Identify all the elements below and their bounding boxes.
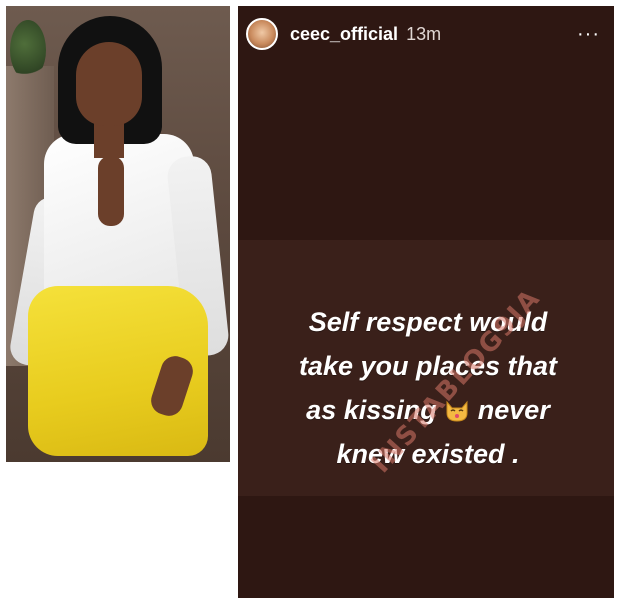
caption-line-2: take you places that <box>298 351 558 381</box>
profile-avatar[interactable] <box>246 18 278 50</box>
username[interactable]: ceec_official <box>290 24 398 45</box>
caption-line-3-part-1: a <box>306 395 322 425</box>
portrait-photo <box>6 6 230 462</box>
story-caption: Self respect would take you places that … <box>268 300 588 476</box>
story-panel: ceec_official 13m ··· Self respect would… <box>238 6 614 598</box>
photo-chest <box>98 156 124 226</box>
photo-background-plant <box>10 20 46 80</box>
photo-face <box>76 42 142 126</box>
timestamp: 13m <box>406 23 442 44</box>
more-options-icon[interactable]: ··· <box>571 24 606 44</box>
caption-line-4: knew existed . <box>336 439 520 469</box>
story-header: ceec_official 13m ··· <box>246 14 606 54</box>
caption-line-3-part-3: never <box>477 395 550 425</box>
